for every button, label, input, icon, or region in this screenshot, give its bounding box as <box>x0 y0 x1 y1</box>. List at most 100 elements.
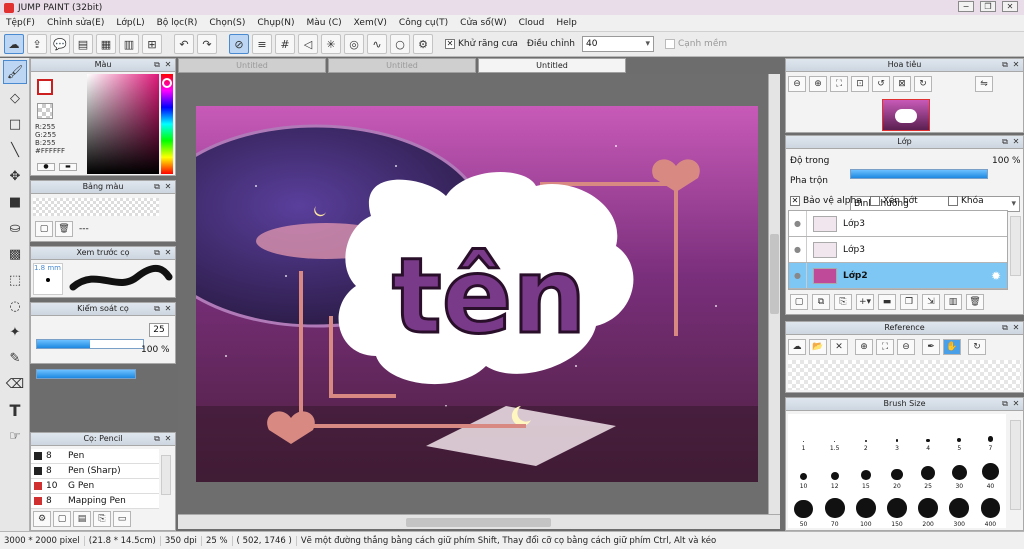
zoom-in-icon[interactable]: ⊕ <box>809 76 827 92</box>
lasso-tool-icon[interactable]: ◌ <box>3 294 27 318</box>
menu-file[interactable]: Tệp(F) <box>0 18 41 28</box>
antialias-checkbox[interactable]: ✕ Khử răng cưa <box>445 39 518 49</box>
horizontal-scrollbar[interactable] <box>178 514 780 529</box>
lock-checkbox[interactable]: Khóa <box>948 196 984 206</box>
brush-size-option[interactable]: 100 <box>851 490 881 528</box>
panel-undock-icon[interactable]: ⧉ <box>1000 137 1010 147</box>
panel-close-icon[interactable]: ✕ <box>1011 137 1021 147</box>
panel-undock-icon[interactable]: ⧉ <box>1000 60 1010 70</box>
move-tool-icon[interactable]: ✥ <box>3 164 27 188</box>
reset-view-icon[interactable]: ⊠ <box>893 76 911 92</box>
menu-filter[interactable]: Bộ lọc(R) <box>151 18 204 28</box>
vertical-scrollbar[interactable] <box>768 74 780 514</box>
rotate-right-icon[interactable]: ↻ <box>914 76 932 92</box>
saturation-value-picker[interactable] <box>87 74 159 174</box>
copy-brush-icon[interactable]: ⎘ <box>93 511 111 527</box>
select-pen-tool-icon[interactable]: ✎ <box>3 346 27 370</box>
brush-settings-icon[interactable]: ⚙ <box>33 511 51 527</box>
merge-layer-icon[interactable]: ⇲ <box>922 294 940 310</box>
ruler-settings-icon[interactable]: ⚙ <box>413 34 433 54</box>
layer-copy-icon[interactable]: ❐ <box>900 294 918 310</box>
grid-icon[interactable]: ⊞ <box>142 34 162 54</box>
zoom-out-icon[interactable]: ⊖ <box>788 76 806 92</box>
color-mode-button[interactable]: ● <box>37 163 55 171</box>
primary-color-swatch[interactable] <box>37 79 53 95</box>
export-icon[interactable]: ⇪ <box>27 34 47 54</box>
brush-size-option[interactable]: 12 <box>820 452 850 490</box>
panel-close-icon[interactable]: ✕ <box>163 304 173 314</box>
layer-visibility-icon[interactable]: ● <box>789 263 807 288</box>
ruler-off-icon[interactable]: ⊘ <box>229 34 249 54</box>
eraser-tool-icon[interactable]: ◇ <box>3 86 27 110</box>
close-button[interactable]: ✕ <box>1002 1 1018 12</box>
tab-untitled-1[interactable]: Untitled <box>178 58 326 73</box>
color-mode-button-2[interactable]: ▬ <box>59 163 77 171</box>
brush-size-option[interactable]: 200 <box>913 490 943 528</box>
brush-size-option[interactable]: 3 <box>882 414 912 452</box>
panel-undock-icon[interactable]: ⧉ <box>152 60 162 70</box>
protect-alpha-checkbox[interactable]: ✕ Bảo vệ alpha <box>790 196 862 206</box>
maximize-button[interactable]: ❐ <box>980 1 996 12</box>
brush-tool-icon[interactable]: 🖌 <box>3 60 27 84</box>
transparent-color-swatch[interactable] <box>37 103 53 119</box>
layer-options-icon[interactable]: ▥ <box>944 294 962 310</box>
reference-zoom-out-icon[interactable]: ⊖ <box>897 339 915 355</box>
layer-visibility-icon[interactable]: ● <box>789 211 807 236</box>
hand-tool-icon[interactable]: ☞ <box>3 424 27 448</box>
layer-folder-icon[interactable]: ▬ <box>878 294 896 310</box>
brush-size-option[interactable]: 50 <box>789 490 819 528</box>
delete-layer-icon[interactable]: 🗑 <box>966 294 984 310</box>
brush-size-option[interactable]: 1 <box>789 414 819 452</box>
brush-size-scrollbar[interactable] <box>1010 420 1021 510</box>
new-swatch-icon[interactable]: ▢ <box>35 221 53 237</box>
menu-capture[interactable]: Chụp(N) <box>251 18 300 28</box>
panel-close-icon[interactable]: ✕ <box>1011 323 1021 333</box>
layer-row[interactable]: ● Lớp3 <box>789 211 1007 237</box>
layer-list-scrollbar[interactable] <box>1010 216 1021 276</box>
panel-undock-icon[interactable]: ⧉ <box>152 304 162 314</box>
new-layer-icon[interactable]: ▢ <box>790 294 808 310</box>
brush-list-item[interactable]: 8 Mapping Pen <box>31 494 159 509</box>
redo-icon[interactable]: ↷ <box>197 34 217 54</box>
brush-size-option[interactable]: 300 <box>944 490 974 528</box>
grid-ruler-icon[interactable]: # <box>275 34 295 54</box>
rotate-left-icon[interactable]: ↺ <box>872 76 890 92</box>
layer-name[interactable]: Lớp3 <box>843 219 865 229</box>
menu-select[interactable]: Chọn(S) <box>203 18 251 28</box>
reference-fit-icon[interactable]: ⛶ <box>876 339 894 355</box>
fit-screen-icon[interactable]: ⛶ <box>830 76 848 92</box>
horizontal-scroll-thumb[interactable] <box>406 518 551 527</box>
brush-size-option[interactable]: 1.5 <box>820 414 850 452</box>
brush-size-option[interactable]: 7 <box>975 414 1005 452</box>
brush-size-option[interactable]: 5 <box>944 414 974 452</box>
message-icon[interactable]: ▤ <box>73 34 93 54</box>
layer-name[interactable]: Lớp3 <box>843 245 865 255</box>
hue-slider[interactable] <box>161 74 173 174</box>
clip-checkbox[interactable]: Xén bớt <box>870 196 918 206</box>
layer-add-menu-icon[interactable]: +▾ <box>856 294 874 310</box>
magic-wand-tool-icon[interactable]: ✦ <box>3 320 27 344</box>
panel-close-icon[interactable]: ✕ <box>163 182 173 192</box>
layer-row[interactable]: ● Lớp2 ✹ <box>789 263 1007 289</box>
parallel-ruler-icon[interactable]: ≡ <box>252 34 272 54</box>
brush-size-option[interactable]: 30 <box>944 452 974 490</box>
reference-eyedropper-icon[interactable]: ✒ <box>922 339 940 355</box>
reference-hand-icon[interactable]: ✋ <box>943 339 961 355</box>
tab-untitled-3[interactable]: Untitled <box>478 58 626 73</box>
brush-size-option[interactable]: 10 <box>789 452 819 490</box>
hue-handle[interactable] <box>162 78 172 88</box>
document-icon[interactable]: ▦ <box>96 34 116 54</box>
layer-opacity-slider[interactable] <box>850 169 988 179</box>
fill-rect-tool-icon[interactable]: ■ <box>3 190 27 214</box>
brush-list-item[interactable]: 8 Pen (Sharp) <box>31 464 159 479</box>
reference-close-icon[interactable]: ✕ <box>830 339 848 355</box>
artwork-canvas[interactable]: tên <box>196 106 758 482</box>
menu-cloud[interactable]: Cloud <box>513 18 551 28</box>
layer-visibility-icon[interactable]: ● <box>789 237 807 262</box>
panel-close-icon[interactable]: ✕ <box>1011 60 1021 70</box>
reference-zoom-in-icon[interactable]: ⊕ <box>855 339 873 355</box>
brush-size-option[interactable]: 150 <box>882 490 912 528</box>
brush-list-scrollbar[interactable] <box>161 455 171 495</box>
brush-size-option[interactable]: 40 <box>975 452 1005 490</box>
menu-layer[interactable]: Lớp(L) <box>110 18 150 28</box>
